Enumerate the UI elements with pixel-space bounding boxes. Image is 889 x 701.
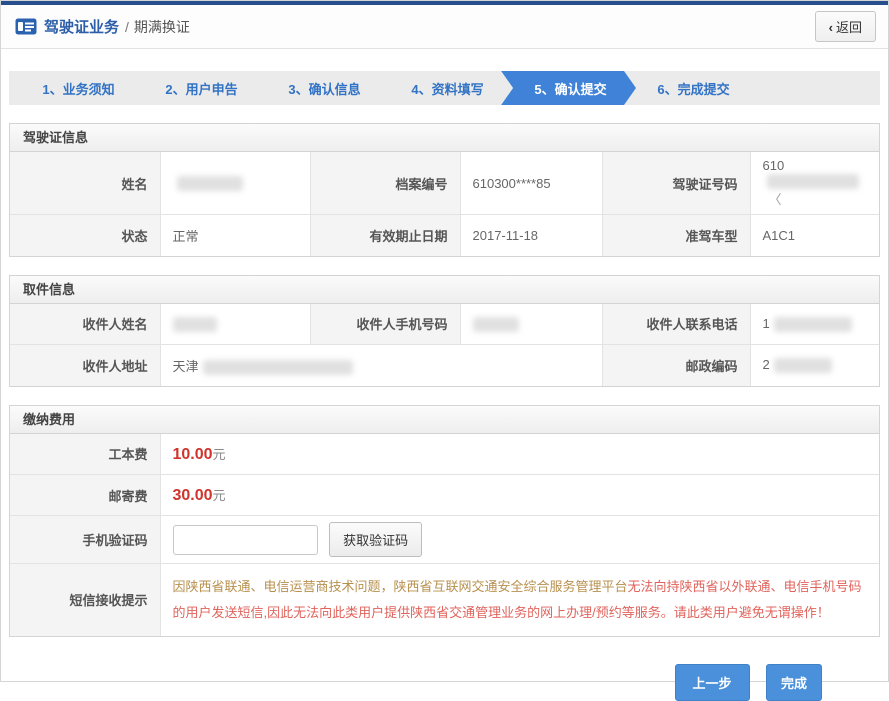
redacted-recipient-phone xyxy=(774,317,852,332)
recipient-mobile-value xyxy=(460,304,602,345)
notice-part-3: 因此无法向此类用户提供陕西省交通管理业务的网上办理/预约等服务。请此类用户避免无… xyxy=(267,605,830,620)
redacted-recipient-name xyxy=(173,317,217,332)
valid-until-label: 有效期止日期 xyxy=(310,215,460,256)
table-row: 收件人姓名 收件人手机号码 收件人联系电话 1 xyxy=(10,304,879,345)
step-6-finish-submit[interactable]: 6、完成提交 xyxy=(624,71,759,105)
sms-notice-label: 短信接收提示 xyxy=(10,564,160,636)
license-info-section: 驾驶证信息 姓名 档案编号 610300****85 驾驶证号码 610〈 状态… xyxy=(9,123,880,257)
fee-section-title: 缴纳费用 xyxy=(10,406,879,434)
step-3-confirm-info[interactable]: 3、确认信息 xyxy=(255,71,390,105)
step-4-fill-data[interactable]: 4、资料填写 xyxy=(378,71,513,105)
production-fee-value: 10.00元 xyxy=(160,434,879,475)
back-button[interactable]: ‹返回 xyxy=(815,11,876,42)
table-row: 短信接收提示 因陕西省联通、电信运营商技术问题，陕西省互联网交通安全综合服务管理… xyxy=(10,564,879,636)
valid-until-value: 2017-11-18 xyxy=(460,215,602,256)
breadcrumb-separator: / xyxy=(125,19,129,35)
address-label: 收件人地址 xyxy=(10,345,160,386)
recipient-name-value xyxy=(160,304,310,345)
redacted-address xyxy=(203,360,353,375)
mail-fee-value: 30.00元 xyxy=(160,475,879,516)
table-row: 姓名 档案编号 610300****85 驾驶证号码 610〈 xyxy=(10,152,879,215)
step-1-business-notice[interactable]: 1、业务须知 xyxy=(9,71,144,105)
table-row: 工本费 10.00元 xyxy=(10,434,879,475)
status-value: 正常 xyxy=(160,215,310,256)
notice-part-1: 因陕西省联通、电信运营商技术问题，陕西省互联网交通安全综合服务管理平台 xyxy=(173,579,628,594)
mail-fee-label: 邮寄费 xyxy=(10,475,160,516)
redacted-zip xyxy=(774,358,832,373)
license-info-table: 姓名 档案编号 610300****85 驾驶证号码 610〈 状态 正常 有效… xyxy=(10,152,879,256)
zip-label: 邮政编码 xyxy=(602,345,750,386)
name-value xyxy=(160,152,310,215)
table-row: 状态 正常 有效期止日期 2017-11-18 准驾车型 A1C1 xyxy=(10,215,879,256)
pickup-section-title: 取件信息 xyxy=(10,276,879,304)
captcha-label: 手机验证码 xyxy=(10,516,160,564)
back-button-label: 返回 xyxy=(836,20,862,35)
step-wizard-filler xyxy=(747,71,880,105)
captcha-input[interactable] xyxy=(173,525,318,555)
fee-section: 缴纳费用 工本费 10.00元 邮寄费 30.00元 手机验证码 获取验证码 短… xyxy=(9,405,880,637)
step-wizard: 1、业务须知 2、用户申告 3、确认信息 4、资料填写 5、确认提交 6、完成提… xyxy=(9,71,880,105)
redacted-license-number xyxy=(767,174,859,189)
file-number-value: 610300****85 xyxy=(460,152,602,215)
redacted-name xyxy=(177,176,243,191)
finish-button[interactable]: 完成 xyxy=(766,664,822,701)
name-label: 姓名 xyxy=(10,152,160,215)
file-number-label: 档案编号 xyxy=(310,152,460,215)
recipient-phone-value: 1 xyxy=(750,304,879,345)
step-5-confirm-submit[interactable]: 5、确认提交 xyxy=(501,71,636,105)
back-chevron-icon: ‹ xyxy=(829,20,833,35)
recipient-phone-label: 收件人联系电话 xyxy=(602,304,750,345)
sms-notice-text: 因陕西省联通、电信运营商技术问题，陕西省互联网交通安全综合服务管理平台无法向持陕… xyxy=(160,564,879,636)
page: 驾驶证业务 / 期满换证 ‹返回 1、业务须知 2、用户申告 3、确认信息 4、… xyxy=(0,0,889,682)
license-number-value: 610〈 xyxy=(750,152,879,215)
get-captcha-button[interactable]: 获取验证码 xyxy=(329,522,422,557)
license-card-icon xyxy=(15,18,37,35)
header: 驾驶证业务 / 期满换证 ‹返回 xyxy=(1,5,888,49)
production-fee-label: 工本费 xyxy=(10,434,160,475)
address-value: 天津 xyxy=(160,345,602,386)
recipient-mobile-label: 收件人手机号码 xyxy=(310,304,460,345)
step-2-user-declaration[interactable]: 2、用户申告 xyxy=(132,71,267,105)
table-row: 邮寄费 30.00元 xyxy=(10,475,879,516)
pickup-info-section: 取件信息 收件人姓名 收件人手机号码 收件人联系电话 1 收件人地址 天津 邮政… xyxy=(9,275,880,387)
license-section-title: 驾驶证信息 xyxy=(10,124,879,152)
table-row: 手机验证码 获取验证码 xyxy=(10,516,879,564)
redacted-recipient-mobile xyxy=(473,317,519,332)
zip-value: 2 xyxy=(750,345,879,386)
vehicle-type-value: A1C1 xyxy=(750,215,879,256)
pickup-info-table: 收件人姓名 收件人手机号码 收件人联系电话 1 收件人地址 天津 邮政编码 2 xyxy=(10,304,879,386)
footer-actions: 上一步 完成 xyxy=(1,664,888,701)
previous-step-button[interactable]: 上一步 xyxy=(675,664,750,701)
license-number-label: 驾驶证号码 xyxy=(602,152,750,215)
captcha-cell: 获取验证码 xyxy=(160,516,879,564)
breadcrumb-current: 期满换证 xyxy=(134,17,190,37)
fee-table: 工本费 10.00元 邮寄费 30.00元 手机验证码 获取验证码 短信接收提示… xyxy=(10,434,879,636)
recipient-name-label: 收件人姓名 xyxy=(10,304,160,345)
table-row: 收件人地址 天津 邮政编码 2 xyxy=(10,345,879,386)
vehicle-type-label: 准驾车型 xyxy=(602,215,750,256)
page-title: 驾驶证业务 xyxy=(44,16,119,37)
status-label: 状态 xyxy=(10,215,160,256)
